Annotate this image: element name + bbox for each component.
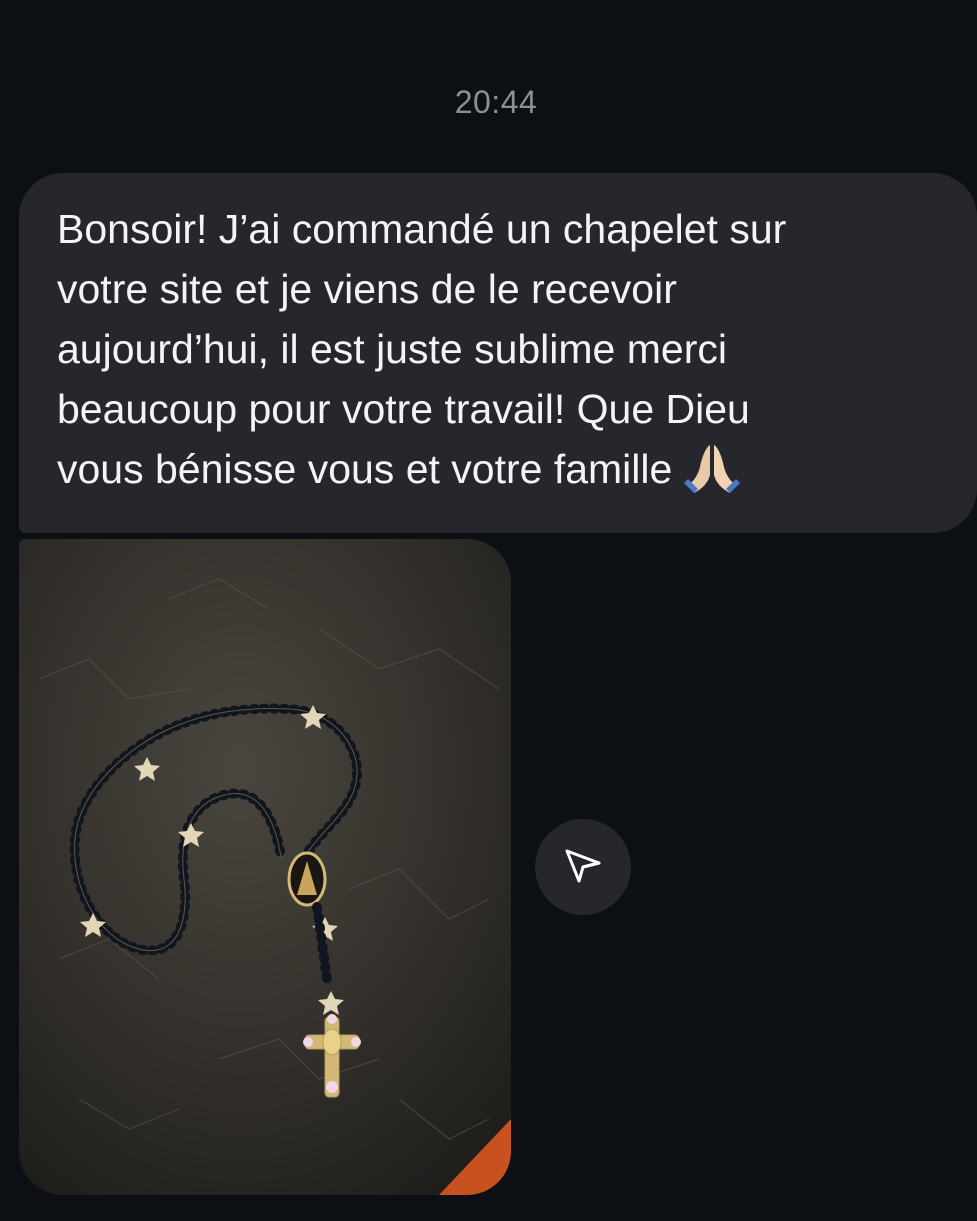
share-button[interactable] bbox=[535, 819, 631, 915]
message-text: Bonsoir! J’ai commandé un chapelet sur v… bbox=[57, 206, 787, 492]
message-bubble[interactable]: Bonsoir! J’ai commandé un chapelet sur v… bbox=[19, 173, 977, 533]
send-icon bbox=[563, 845, 603, 890]
pray-icon bbox=[680, 441, 744, 495]
message-timestamp: 20:44 bbox=[454, 84, 538, 120]
rosary-photo[interactable] bbox=[19, 539, 511, 1195]
